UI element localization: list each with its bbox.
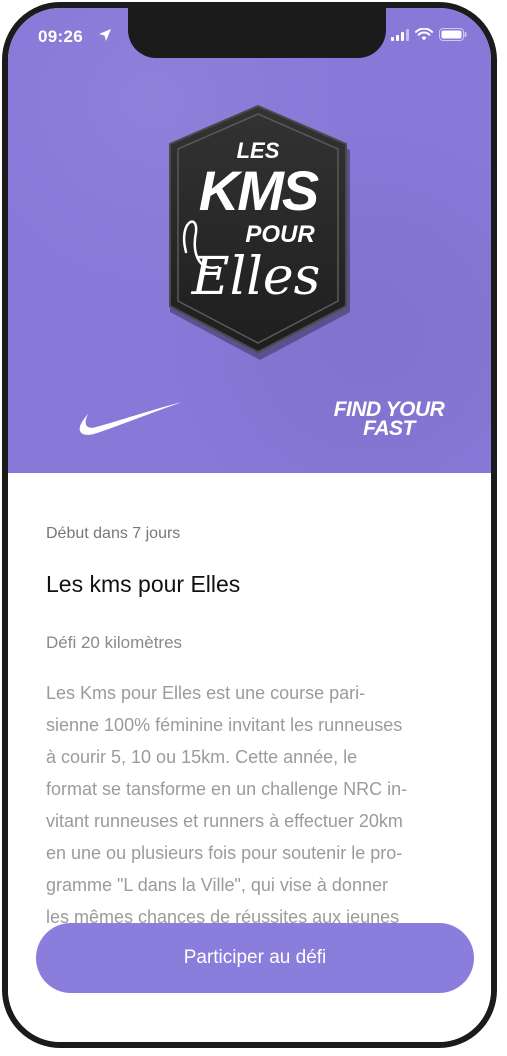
tagline-line-2: FAST: [363, 417, 415, 440]
badge-elles: Elles: [191, 247, 321, 307]
badge-kms: KMS: [199, 159, 319, 222]
description-line: à courir 5, 10 ou 15km. Cette année, le: [46, 747, 358, 767]
join-challenge-button[interactable]: Participer au défi: [36, 923, 474, 993]
badge-pour: POUR: [245, 221, 315, 248]
status-icons: [391, 28, 467, 41]
description-line: en une ou plusieurs fois pour soutenir l…: [46, 843, 403, 863]
location-arrow-icon: [99, 29, 111, 41]
challenge-subtitle: Défi 20 kilomètres: [46, 633, 183, 652]
find-your-fast-tagline: FIND YOUR FAST: [308, 399, 470, 440]
phone-frame: 09:26 LES KMS POUR Elles FIND YOUR FAST …: [2, 2, 497, 1048]
description-line: format se tansforme en un challenge NRC …: [46, 779, 408, 799]
challenge-title: Les kms pour Elles: [46, 571, 241, 597]
description-line: sienne 100% féminine invitant les runneu…: [46, 715, 403, 735]
les-kms-pour-elles-logo: LES KMS POUR Elles: [169, 104, 350, 360]
status-time: 09:26: [38, 27, 83, 46]
cellular-signal-icon: [391, 28, 409, 41]
battery-icon: [439, 28, 467, 41]
device-notch: [128, 8, 386, 58]
wifi-icon: [415, 28, 433, 41]
challenge-description[interactable]: Les Kms pour Elles est une course pari- …: [46, 677, 468, 929]
description-line: vitant runneuses et runners à effectuer …: [46, 811, 403, 831]
nike-swoosh-icon: [79, 402, 182, 435]
description-line: Les Kms pour Elles est une course pari-: [46, 683, 366, 703]
start-countdown: Début dans 7 jours: [46, 525, 181, 542]
hero-banner: 09:26 LES KMS POUR Elles FIND YOUR FAST: [8, 8, 491, 473]
description-line: gramme "L dans la Ville", qui vise à don…: [46, 875, 388, 895]
challenge-details: Début dans 7 jours Les kms pour Elles Dé…: [8, 473, 491, 1042]
